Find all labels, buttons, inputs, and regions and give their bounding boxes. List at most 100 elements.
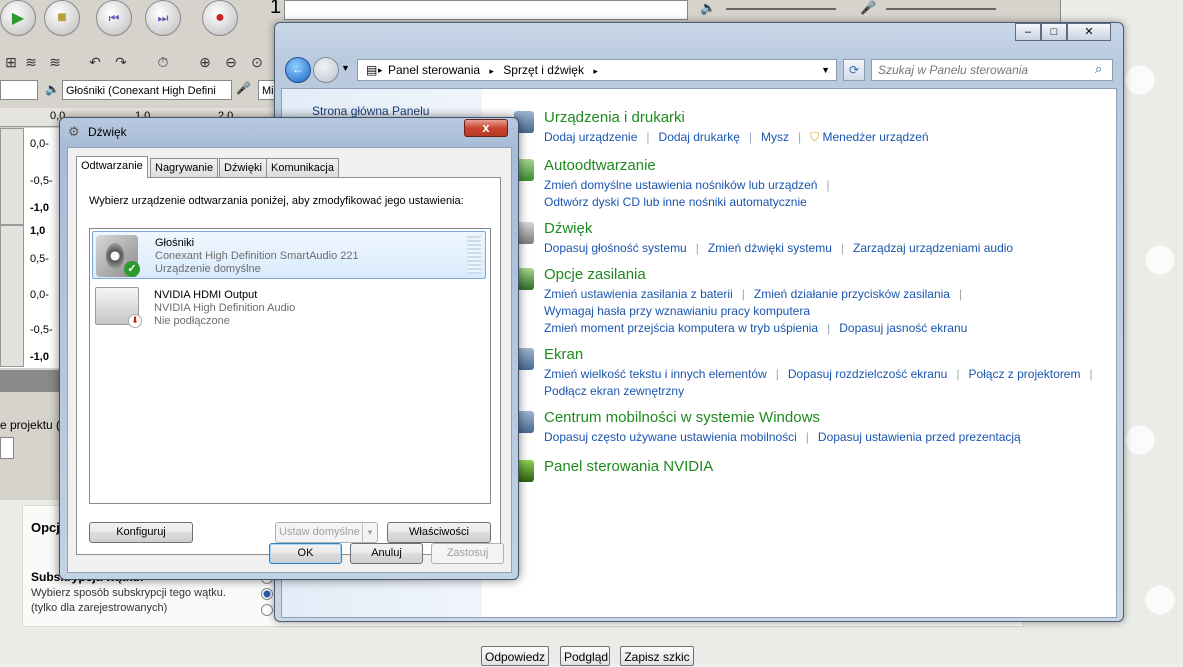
track-1-control-panel[interactable] — [0, 128, 24, 225]
tab-playback[interactable]: Odtwarzanie — [76, 156, 148, 178]
shield-icon: ⛉ — [810, 130, 820, 144]
play-button[interactable]: ▶ — [0, 0, 36, 36]
device-status: Nie podłączone — [154, 315, 230, 327]
address-bar[interactable]: ▤ ▸ Panel sterowania ▸ Sprzęt i dźwięk ▸… — [357, 59, 837, 81]
trim-icon[interactable]: ⊞ — [0, 52, 22, 72]
scale-label: 1,0 — [30, 225, 46, 237]
forward-arrow-icon[interactable] — [313, 57, 339, 83]
project-rate-select[interactable] — [0, 437, 14, 459]
category-title[interactable]: Ekran — [544, 346, 583, 363]
dialog-close-button[interactable]: x — [464, 119, 508, 137]
chevron-down-icon[interactable]: ▼ — [362, 523, 377, 542]
waveform-icon[interactable]: ≋ — [44, 52, 66, 72]
close-button[interactable]: ✕ — [1067, 23, 1111, 41]
cancel-button[interactable]: Anuluj — [350, 543, 423, 564]
volume-level-meter — [467, 236, 481, 274]
category-link[interactable]: Dopasuj głośność systemu — [544, 241, 687, 255]
device-name: NVIDIA HDMI Output — [154, 289, 258, 301]
minimize-button[interactable]: – — [1015, 23, 1041, 41]
refresh-icon[interactable]: ⟳ — [843, 59, 865, 81]
monitor-device-icon: ⬇ — [95, 287, 142, 328]
category-link[interactable]: Mysz — [761, 130, 789, 144]
zoom-out-icon[interactable]: ⊖ — [220, 52, 242, 72]
category-link[interactable]: Dopasuj jasność ekranu — [839, 321, 967, 335]
category-link[interactable]: Wymagaj hasła przy wznawianiu pracy komp… — [544, 304, 810, 318]
skip-end-button[interactable]: ⏭ — [145, 0, 181, 36]
skip-start-button[interactable]: ⏮ — [96, 0, 132, 36]
subscription-radio-2[interactable] — [261, 588, 273, 600]
input-volume-slider[interactable] — [886, 8, 996, 10]
category-link[interactable]: Dopasuj ustawienia przed prezentacją — [818, 430, 1021, 444]
search-icon[interactable]: ⌕ — [1095, 61, 1102, 77]
silence-icon[interactable]: ≋ — [20, 52, 42, 72]
category-links: Wymagaj hasła przy wznawianiu pracy komp… — [544, 304, 810, 318]
undo-icon[interactable]: ↶ — [84, 52, 106, 72]
breadcrumb-item[interactable]: Panel sterowania — [388, 63, 480, 77]
category-link[interactable]: Zmień wielkość tekstu i innych elementów — [544, 367, 767, 381]
redo-icon[interactable]: ↷ — [110, 52, 132, 72]
category-link[interactable]: Dopasuj często używane ustawienia mobiln… — [544, 430, 797, 444]
breadcrumb-chevron-icon[interactable]: ▸ — [593, 66, 598, 76]
search-input[interactable]: Szukaj w Panelu sterowania — [871, 59, 1113, 81]
category-title[interactable]: Dźwięk — [544, 220, 592, 237]
category-link[interactable]: Podłącz ekran zewnętrzny — [544, 384, 684, 398]
apply-button[interactable]: Zastosuj — [431, 543, 504, 564]
tab-sounds[interactable]: Dźwięki — [219, 158, 267, 177]
audio-host-select[interactable] — [0, 80, 38, 100]
time-readout: 1 — [270, 0, 282, 18]
category-link[interactable]: Zmień moment przejścia komputera w tryb … — [544, 321, 818, 335]
category-link[interactable]: Menedżer urządzeń — [823, 130, 929, 144]
sound-dialog: ⚙ Dźwięk x Odtwarzanie Nagrywanie Dźwięk… — [59, 117, 519, 580]
category-link[interactable]: Dopasuj rozdzielczość ekranu — [788, 367, 947, 381]
category-link[interactable]: Odtwórz dyski CD lub inne nośniki automa… — [544, 195, 807, 209]
set-default-button[interactable]: Ustaw domyślne ▼ — [275, 522, 378, 543]
save-draft-button[interactable]: Zapisz szkic — [620, 646, 694, 666]
control-panel-home-link[interactable]: Strona główna Panelu — [312, 104, 429, 118]
breadcrumb-chevron-icon[interactable]: ▸ — [378, 60, 383, 80]
reply-button[interactable]: Odpowiedz — [481, 646, 549, 666]
timer-icon[interactable]: ⏱ — [152, 52, 174, 72]
category-link[interactable]: Dodaj drukarkę — [659, 130, 740, 144]
breadcrumb-item[interactable]: Sprzęt i dźwięk — [503, 63, 584, 77]
category-link[interactable]: Zmień domyślne ustawienia nośników lub u… — [544, 178, 817, 192]
category-link[interactable]: Zmień dźwięki systemu — [708, 241, 832, 255]
category-link[interactable]: Zmień ustawienia zasilania z baterii — [544, 287, 733, 301]
ok-button[interactable]: OK — [269, 543, 342, 564]
list-item[interactable]: ✓ Głośniki Conexant High Definition Smar… — [92, 231, 486, 279]
maximize-button[interactable]: □ — [1041, 23, 1067, 41]
category-link[interactable]: Połącz z projektorem — [968, 367, 1080, 381]
recent-pages-chevron-icon[interactable]: ▼ — [341, 63, 350, 73]
forum-options-heading: Opcj — [31, 520, 60, 535]
category-link[interactable]: Zarządzaj urządzeniami audio — [853, 241, 1013, 255]
dialog-title: Dźwięk — [88, 125, 127, 139]
breadcrumb-chevron-icon[interactable]: ▸ — [489, 66, 494, 76]
category-links: Dopasuj głośność systemu | Zmień dźwięki s… — [544, 241, 1014, 255]
configure-button[interactable]: Konfiguruj — [89, 522, 193, 543]
category-title[interactable]: Urządzenia i drukarki — [544, 109, 685, 126]
tab-recording[interactable]: Nagrywanie — [150, 158, 219, 177]
category-title[interactable]: Opcje zasilania — [544, 266, 646, 283]
list-item[interactable]: ⬇ NVIDIA HDMI Output NVIDIA High Definit… — [92, 284, 486, 332]
category-title[interactable]: Panel sterowania NVIDIA — [544, 458, 713, 475]
address-dropdown-icon[interactable]: ▼ — [821, 60, 830, 80]
tab-communications[interactable]: Komunikacja — [266, 158, 339, 177]
output-volume-slider[interactable] — [726, 8, 836, 10]
subscription-radio-3[interactable] — [261, 604, 273, 616]
zoom-in-icon[interactable]: ⊕ — [194, 52, 216, 72]
scale-label: -1,0 — [30, 351, 49, 363]
category-link[interactable]: Dodaj urządzenie — [544, 130, 637, 144]
preview-button[interactable]: Podgląd — [560, 646, 610, 666]
device-list[interactable]: ✓ Głośniki Conexant High Definition Smar… — [89, 228, 491, 504]
category-links: Odtwórz dyski CD lub inne nośniki automa… — [544, 195, 807, 209]
output-device-select[interactable]: Głośniki (Conexant High Defini — [62, 80, 232, 100]
record-button[interactable]: ● — [202, 0, 238, 36]
stop-button[interactable]: ■ — [44, 0, 80, 36]
back-arrow-icon[interactable]: ← — [285, 57, 311, 83]
category-title[interactable]: Centrum mobilności w systemie Windows — [544, 409, 820, 426]
category-link[interactable]: Zmień działanie przycisków zasilania — [754, 287, 950, 301]
category-title[interactable]: Autoodtwarzanie — [544, 157, 656, 174]
zoom-fit-icon[interactable]: ⊙ — [246, 52, 268, 72]
properties-button[interactable]: Właściwości — [387, 522, 491, 543]
track-2-control-panel[interactable] — [0, 225, 24, 367]
meter-toolbar[interactable] — [284, 0, 688, 20]
